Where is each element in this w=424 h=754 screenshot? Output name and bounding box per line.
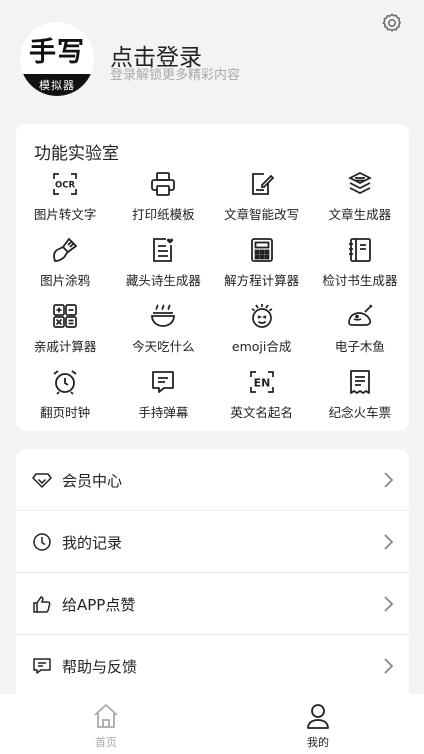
svg-text:OCR: OCR	[55, 181, 75, 191]
doc-stack-icon	[346, 170, 374, 198]
chevron-right-icon	[382, 595, 394, 613]
tool-label: emoji合成	[231, 339, 292, 354]
chevron-right-icon	[382, 471, 394, 489]
lab-title: 功能实验室	[34, 144, 119, 164]
calculator-icon	[248, 236, 276, 264]
tool-english-name[interactable]: EN 英文名起名	[213, 368, 311, 434]
login-subtitle: 登录解锁更多精彩内容	[110, 68, 241, 83]
tool-acrostic-poem[interactable]: 藏头诗生成器	[114, 236, 212, 302]
settings-gear-icon[interactable]	[381, 12, 403, 34]
tool-self-criticism-generator[interactable]: 检讨书生成器	[311, 236, 409, 302]
tool-label: 文章智能改写	[224, 207, 300, 222]
tool-label: 解方程计算器	[224, 273, 300, 288]
menu-item-label: 帮助与反馈	[62, 658, 138, 676]
tab-home[interactable]: 首页	[56, 694, 156, 754]
tool-label: 图片涂鸦	[40, 273, 91, 288]
diamond-icon	[32, 470, 52, 490]
tool-train-ticket[interactable]: 纪念火车票	[311, 368, 409, 434]
tab-mine-label: 我的	[307, 736, 329, 749]
menu-item-rate-app[interactable]: 给APP点赞	[16, 573, 409, 635]
bottom-tab-bar: 首页 我的	[0, 694, 424, 754]
clock-icon	[32, 532, 52, 552]
ocr-icon: OCR	[51, 170, 79, 198]
thumbs-up-icon	[32, 594, 52, 614]
menu-item-label: 给APP点赞	[62, 596, 136, 614]
tool-print-template[interactable]: 打印纸模板	[114, 170, 212, 236]
user-icon	[304, 702, 332, 730]
menu-item-membership[interactable]: 会员中心	[16, 449, 409, 511]
en-icon: EN	[248, 368, 276, 396]
home-icon	[92, 702, 120, 730]
tab-home-label: 首页	[95, 736, 117, 749]
brush-icon	[51, 236, 79, 264]
menu-item-label: 会员中心	[62, 472, 123, 490]
alarm-clock-icon	[51, 368, 79, 396]
tool-label: 图片转文字	[33, 207, 97, 222]
edit-doc-icon	[248, 170, 276, 198]
printer-icon	[149, 170, 177, 198]
feedback-icon	[32, 656, 52, 676]
function-lab-card: 功能实验室 OCR 图片转文字 打印纸模板 文章智能改写 文章生成器 图片涂鸦 …	[16, 124, 409, 431]
tool-label: 手持弹幕	[138, 405, 189, 420]
tool-label: 亲戚计算器	[33, 339, 97, 354]
chevron-right-icon	[382, 533, 394, 551]
menu-item-my-records[interactable]: 我的记录	[16, 511, 409, 573]
tab-mine[interactable]: 我的	[268, 694, 368, 754]
tool-article-generator[interactable]: 文章生成器	[311, 170, 409, 236]
profile-header: 手写 模拟器 点击登录 登录解锁更多精彩内容	[0, 0, 424, 118]
tool-label: 纪念火车票	[328, 405, 392, 420]
tool-ocr[interactable]: OCR 图片转文字	[16, 170, 114, 236]
tool-label: 英文名起名	[230, 405, 293, 420]
tool-label: 打印纸模板	[132, 207, 195, 222]
menu-card: 会员中心 我的记录 给APP点赞 帮助与反馈	[16, 449, 409, 701]
tool-label: 电子木鱼	[334, 339, 385, 354]
emoji-icon	[248, 302, 276, 330]
tool-label: 今天吃什么	[132, 339, 195, 354]
relative-calc-icon	[51, 302, 79, 330]
notebook-icon	[346, 236, 374, 264]
svg-text:EN: EN	[253, 377, 270, 390]
tool-what-to-eat[interactable]: 今天吃什么	[114, 302, 212, 368]
tool-label: 翻页时钟	[40, 405, 91, 420]
menu-item-help-feedback[interactable]: 帮助与反馈	[16, 635, 409, 697]
ticket-icon	[346, 368, 374, 396]
tool-label: 检讨书生成器	[322, 273, 398, 288]
menu-item-label: 我的记录	[62, 534, 123, 552]
tool-relative-calculator[interactable]: 亲戚计算器	[16, 302, 114, 368]
logo-main-text: 手写	[29, 37, 85, 68]
tool-handheld-danmaku[interactable]: 手持弹幕	[114, 368, 212, 434]
chat-bubble-icon	[149, 368, 177, 396]
app-logo-avatar[interactable]: 手写 模拟器	[20, 22, 94, 96]
tool-image-doodle[interactable]: 图片涂鸦	[16, 236, 114, 302]
tool-grid: OCR 图片转文字 打印纸模板 文章智能改写 文章生成器 图片涂鸦 藏头诗生成器…	[16, 170, 409, 434]
chevron-right-icon	[382, 657, 394, 675]
tool-flip-clock[interactable]: 翻页时钟	[16, 368, 114, 434]
wooden-fish-icon	[346, 302, 374, 330]
logo-sub-text: 模拟器	[39, 79, 75, 92]
tool-wooden-fish[interactable]: 电子木鱼	[311, 302, 409, 368]
tool-label: 文章生成器	[328, 207, 392, 222]
tool-smart-rewrite[interactable]: 文章智能改写	[213, 170, 311, 236]
bowl-icon	[149, 302, 177, 330]
tool-label: 藏头诗生成器	[125, 273, 201, 288]
tool-equation-solver[interactable]: 解方程计算器	[213, 236, 311, 302]
tool-emoji-mix[interactable]: emoji合成	[213, 302, 311, 368]
poem-doc-icon	[149, 236, 177, 264]
